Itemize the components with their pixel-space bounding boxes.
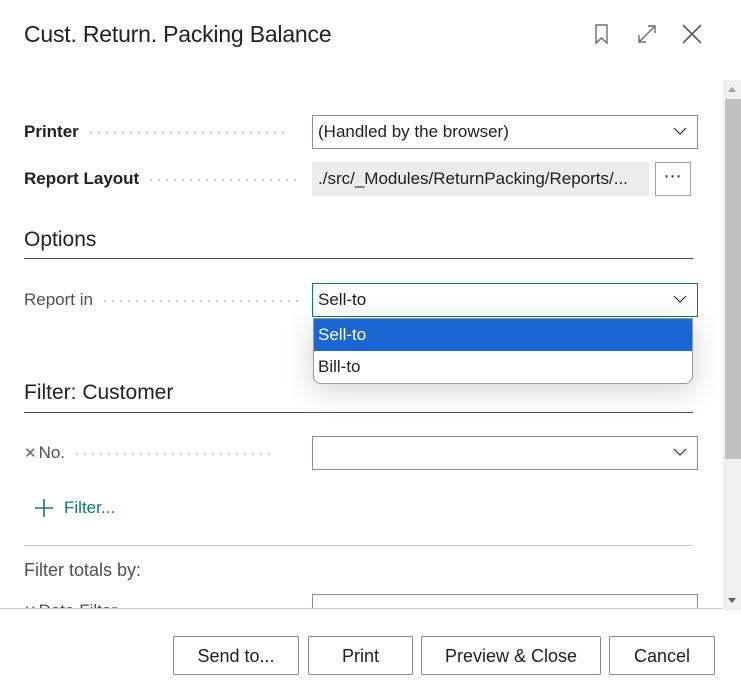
close-icon[interactable] <box>680 22 704 46</box>
scrollbar-thumb[interactable] <box>725 99 741 459</box>
filter-no-select[interactable] <box>312 436 698 470</box>
options-section-title[interactable]: Options <box>24 228 96 252</box>
report-in-value: Sell-to <box>318 290 367 309</box>
expand-icon[interactable] <box>635 22 659 46</box>
add-filter-button[interactable]: Filter... <box>34 491 115 525</box>
leader-dots <box>73 452 274 455</box>
filter-customer-section-title[interactable]: Filter: Customer <box>24 381 173 405</box>
filter-no-label: No. <box>38 443 66 462</box>
scroll-down-arrow-icon[interactable] <box>723 592 741 610</box>
filter-totals-title: Filter totals by: <box>24 560 142 580</box>
printer-row: Printer (Handled by the browser) <box>24 115 698 149</box>
report-layout-value: ./src/_Modules/ReturnPacking/Reports/... <box>318 169 628 188</box>
option-bill-to[interactable]: Bill-to <box>314 351 692 383</box>
preview-close-button[interactable]: Preview & Close <box>421 636 601 675</box>
report-layout-label: Report Layout <box>24 169 140 188</box>
leader-dots <box>147 178 299 181</box>
vertical-scrollbar[interactable] <box>723 80 741 610</box>
printer-label: Printer <box>24 122 79 141</box>
report-layout-field[interactable]: ./src/_Modules/ReturnPacking/Reports/... <box>312 162 649 196</box>
cancel-button[interactable]: Cancel <box>609 636 715 675</box>
date-filter-label: Date Filter <box>39 601 117 608</box>
report-layout-lookup-button[interactable]: ⋯ <box>655 162 691 196</box>
printer-select[interactable]: (Handled by the browser) <box>312 115 698 149</box>
chevron-down-icon <box>673 448 687 456</box>
option-sell-to[interactable]: Sell-to <box>314 319 692 351</box>
leader-dots <box>100 299 299 302</box>
filter-no-row: ✕ No. <box>24 436 698 470</box>
send-to-button[interactable]: Send to... <box>173 636 299 675</box>
dialog-title: Cust. Return. Packing Balance <box>24 21 332 47</box>
chevron-down-icon <box>673 295 687 303</box>
bookmark-icon[interactable] <box>590 22 614 46</box>
chevron-down-icon <box>673 127 687 135</box>
add-filter-label: Filter... <box>64 498 116 517</box>
report-in-row: Report in Sell-to <box>24 283 698 317</box>
scroll-up-arrow-icon[interactable] <box>723 80 741 98</box>
print-button[interactable]: Print <box>308 636 413 675</box>
remove-filter-icon[interactable]: ✕ <box>24 603 37 608</box>
report-in-label: Report in <box>24 290 93 309</box>
printer-value: (Handled by the browser) <box>318 122 509 141</box>
leader-dots <box>86 131 287 134</box>
report-layout-row: Report Layout ./src/_Modules/ReturnPacki… <box>24 162 693 196</box>
remove-filter-icon[interactable]: ✕ <box>24 445 37 462</box>
report-in-select[interactable]: Sell-to <box>312 283 698 317</box>
section-divider <box>24 412 693 413</box>
plus-icon <box>35 499 53 517</box>
divider <box>24 545 693 546</box>
date-filter-row: ✕Date Filter <box>24 594 698 608</box>
section-divider <box>24 258 693 259</box>
date-filter-input[interactable] <box>312 594 698 608</box>
report-in-options-list: Sell-to Bill-to <box>313 318 693 384</box>
